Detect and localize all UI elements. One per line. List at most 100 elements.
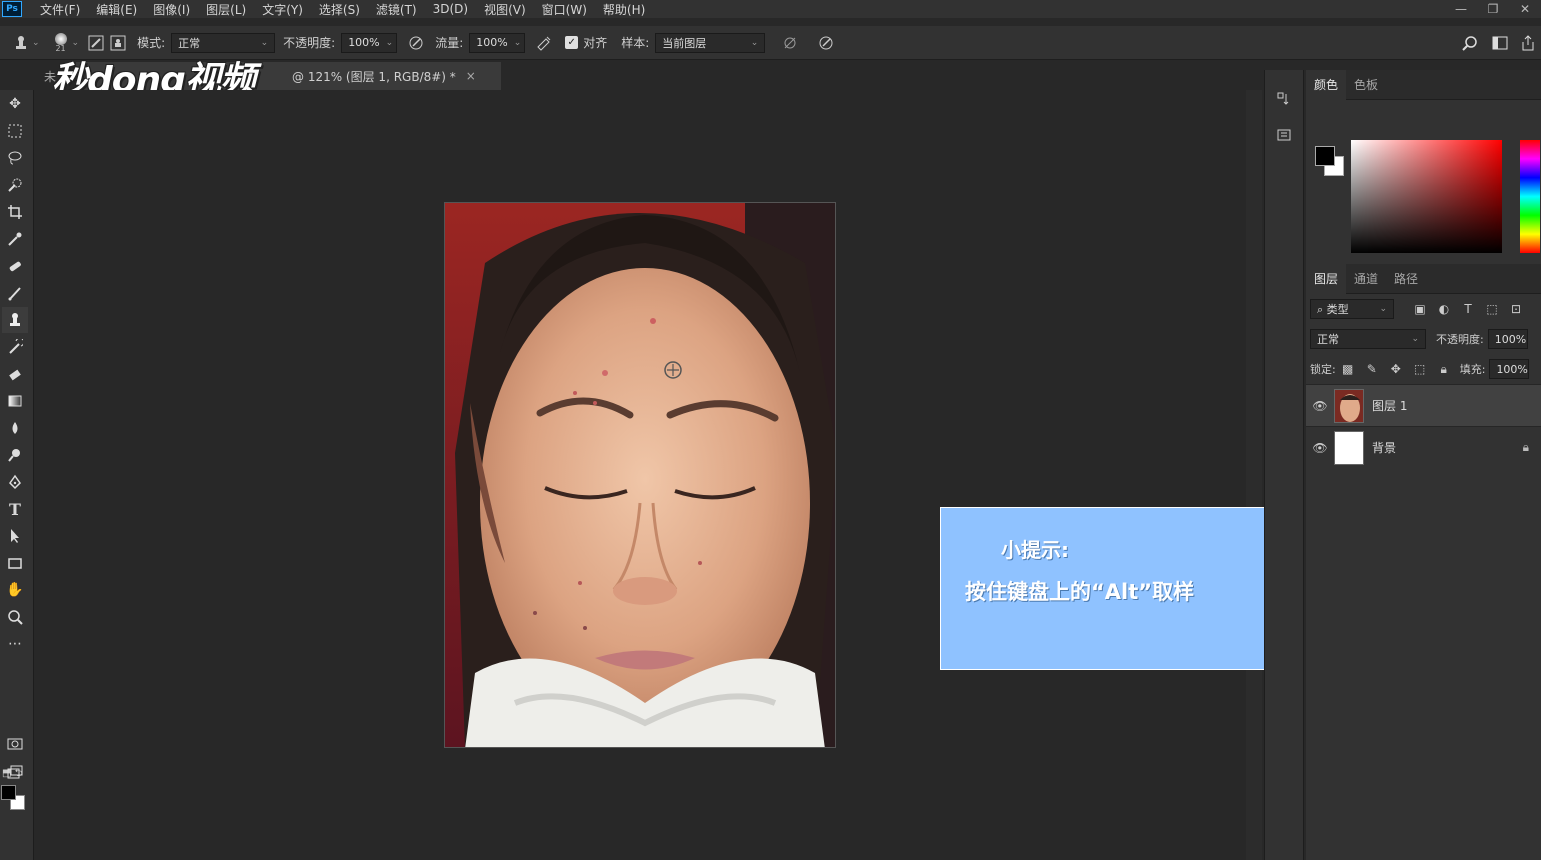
blend-mode-select[interactable]: 正常 ⌄ [1310, 329, 1426, 349]
layer-row-background[interactable]: 👁︎ 背景 🔒︎ [1306, 426, 1541, 468]
eye-icon[interactable]: 👁︎ [1306, 441, 1334, 455]
menu-view[interactable]: 视图(V) [476, 1, 534, 18]
foreground-color-swatch[interactable] [1, 785, 16, 800]
lasso-tool-icon[interactable] [2, 145, 28, 171]
layer-filter-row: ⌕ 类型 ⌄ ▣ ◐ T ⬚ ⊡ [1306, 294, 1541, 324]
layers-panel-tabs: 图层 通道 路径 [1306, 263, 1541, 294]
crop-tool-icon[interactable] [2, 199, 28, 225]
mode-select[interactable]: 正常 ⌄ [171, 32, 276, 53]
tip-title: 小提示: [1001, 538, 1069, 562]
layer-opacity-input[interactable]: 100% [1487, 329, 1528, 349]
brush-tool-icon[interactable] [2, 280, 28, 306]
color-picker-field[interactable] [1351, 140, 1502, 253]
menu-help[interactable]: 帮助(H) [595, 1, 653, 18]
lock-pixels-icon[interactable]: ✎ [1360, 362, 1384, 376]
shape-filter-icon[interactable]: ⬚ [1480, 302, 1504, 316]
ignore-adjustment-layers-icon[interactable] [779, 32, 801, 54]
sample-select[interactable]: 当前图层 ⌄ [655, 32, 766, 53]
restore-button[interactable]: ❐ [1477, 0, 1509, 18]
tab-color[interactable]: 颜色 [1306, 69, 1347, 100]
type-filter-icon[interactable]: T [1456, 302, 1480, 316]
path-select-tool-icon[interactable] [2, 523, 28, 549]
chevron-down-icon: ⌄ [1379, 304, 1387, 314]
lock-transparency-icon[interactable]: ▩ [1336, 362, 1360, 376]
opacity-label: 不透明度: [283, 36, 336, 50]
rectangle-tool-icon[interactable] [2, 550, 28, 576]
quick-select-tool-icon[interactable] [2, 172, 28, 198]
menu-file[interactable]: 文件(F) [32, 1, 88, 18]
menu-layer[interactable]: 图层(L) [198, 1, 254, 18]
chevron-down-icon: ⌄ [1411, 334, 1419, 344]
chevron-down-icon[interactable]: ⌄ [32, 38, 40, 48]
lock-all-icon[interactable]: 🔒︎ [1432, 362, 1456, 377]
history-panel-icon[interactable] [1271, 86, 1297, 112]
lock-artboard-icon[interactable]: ⬚ [1408, 362, 1432, 376]
pressure-opacity-icon[interactable] [405, 32, 427, 54]
properties-panel-icon[interactable] [1271, 122, 1297, 148]
move-tool-icon[interactable]: ✥ [2, 91, 28, 117]
type-tool-icon[interactable]: T [2, 496, 28, 522]
zoom-tool-icon[interactable] [2, 604, 28, 630]
layer-kind-filter[interactable]: ⌕ 类型 ⌄ [1310, 299, 1394, 319]
lock-position-icon[interactable]: ✥ [1384, 362, 1408, 376]
flow-input[interactable]: 100% ⌄ [469, 32, 526, 53]
smart-object-filter-icon[interactable]: ⊡ [1504, 302, 1528, 316]
close-button[interactable]: ✕ [1509, 0, 1541, 18]
fill-value: 100% [1496, 362, 1528, 376]
eraser-tool-icon[interactable] [2, 361, 28, 387]
eyedropper-tool-icon[interactable] [2, 226, 28, 252]
blur-tool-icon[interactable] [2, 415, 28, 441]
layer-name: 背景 [1372, 441, 1397, 455]
more-tools-icon[interactable]: ⋯ [2, 631, 28, 657]
tab-swatches[interactable]: 色板 [1346, 70, 1386, 100]
menu-edit[interactable]: 编辑(E) [88, 1, 145, 18]
quick-mask-icon[interactable] [2, 731, 28, 757]
search-icon[interactable] [1459, 32, 1481, 54]
menu-image[interactable]: 图像(I) [145, 1, 198, 18]
history-brush-tool-icon[interactable] [2, 334, 28, 360]
clone-stamp-tool-icon[interactable] [2, 307, 28, 333]
layer-opacity-value: 100% [1494, 332, 1527, 346]
foreground-color-swatch[interactable] [1315, 146, 1335, 166]
pen-tool-icon[interactable] [2, 469, 28, 495]
adjustment-filter-icon[interactable]: ◐ [1432, 302, 1456, 316]
tab-layers[interactable]: 图层 [1306, 263, 1347, 294]
clone-stamp-preset-icon[interactable] [10, 32, 32, 54]
vertical-scrollbar[interactable] [1246, 90, 1262, 860]
tab-channels[interactable]: 通道 [1346, 264, 1386, 294]
marquee-tool-icon[interactable] [2, 118, 28, 144]
dodge-tool-icon[interactable] [2, 442, 28, 468]
gradient-tool-icon[interactable] [2, 388, 28, 414]
minimize-button[interactable]: — [1445, 0, 1477, 18]
canvas-area[interactable] [36, 90, 1246, 860]
menu-3d[interactable]: 3D(D) [425, 2, 476, 16]
healing-brush-tool-icon[interactable] [2, 253, 28, 279]
fill-input[interactable]: 100% [1489, 359, 1530, 379]
menu-select[interactable]: 选择(S) [311, 1, 368, 18]
screen-mode-icon[interactable] [2, 759, 28, 785]
pressure-size-icon[interactable] [815, 32, 837, 54]
layer-name: 图层 1 [1372, 399, 1408, 413]
pixel-filter-icon[interactable]: ▣ [1408, 302, 1432, 316]
menu-window[interactable]: 窗口(W) [534, 1, 595, 18]
menu-filter[interactable]: 滤镜(T) [368, 1, 425, 18]
menu-bar: Ps 文件(F) 编辑(E) 图像(I) 图层(L) 文字(Y) 选择(S) 滤… [0, 0, 1541, 18]
menu-type[interactable]: 文字(Y) [254, 1, 311, 18]
opacity-input[interactable]: 100% ⌄ [341, 32, 398, 53]
hand-tool-icon[interactable]: ✋ [2, 577, 28, 603]
document-tab-title: @ 121% (图层 1, RGB/8#) * [292, 69, 456, 84]
document-photo[interactable] [444, 202, 836, 748]
workspace-icon[interactable] [1489, 32, 1511, 54]
hue-slider[interactable] [1520, 140, 1540, 253]
layer-row-1[interactable]: 👁︎ 图层 1 [1306, 384, 1541, 426]
chevron-down-icon[interactable]: ⌄ [72, 38, 80, 48]
eye-icon[interactable]: 👁︎ [1306, 399, 1334, 413]
mode-value: 正常 [178, 36, 201, 50]
layers-panel: ⌕ 类型 ⌄ ▣ ◐ T ⬚ ⊡ 正常 ⌄ 不透明度: 100% 锁定: ▩ ✎… [1306, 294, 1541, 468]
align-checkbox[interactable]: ✓ [565, 36, 579, 49]
airbrush-icon[interactable] [533, 32, 555, 54]
tab-paths[interactable]: 路径 [1386, 264, 1426, 294]
layer-thumbnail [1334, 430, 1364, 465]
share-icon[interactable] [1517, 32, 1539, 54]
close-tab-icon[interactable]: × [466, 69, 476, 83]
